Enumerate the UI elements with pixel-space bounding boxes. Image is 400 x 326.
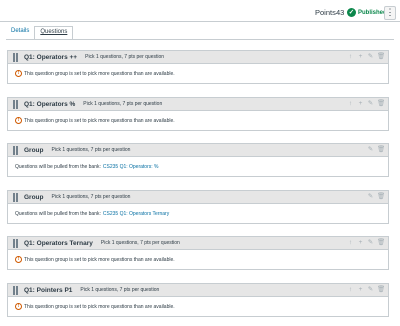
question-group: Group Pick 1 questions, 7 pts per questi…: [7, 143, 389, 177]
question-group: Q1: Pointers P1 Pick 1 questions, 7 pts …: [7, 283, 389, 317]
group-description: Pick 1 questions, 7 pts per question: [100, 240, 180, 246]
drag-handle-icon[interactable]: [12, 99, 20, 109]
group-body: ! This question group is set to pick mor…: [8, 250, 388, 269]
pencil-icon[interactable]: ✎: [367, 193, 374, 201]
group-header: Q1: Pointers P1 Pick 1 questions, 7 pts …: [8, 284, 388, 297]
warning-icon: !: [15, 117, 22, 124]
tab-details[interactable]: Details: [6, 26, 34, 40]
question-group: Q1: Operators ++ Pick 1 questions, 7 pts…: [7, 50, 389, 84]
group-title: Q1: Pointers P1: [24, 286, 73, 294]
warning-icon: !: [15, 256, 22, 263]
group-body: Questions will be pulled from the bank: …: [8, 204, 388, 223]
group-description: Pick 1 questions, 7 pts per question: [51, 147, 131, 153]
question-group: Q1: Operators Ternary Pick 1 questions, …: [7, 236, 389, 270]
points-value: 43: [336, 8, 345, 17]
group-message: This question group is set to pick more …: [24, 117, 175, 124]
trash-icon[interactable]: 🗑: [377, 53, 385, 61]
plus-icon[interactable]: +: [357, 53, 364, 61]
tab-list: Details Questions: [6, 26, 74, 40]
question-group: Q1: Operators % Pick 1 questions, 7 pts …: [7, 97, 389, 131]
published-status[interactable]: ✓ Published: [347, 7, 387, 18]
move-arrow-icon[interactable]: ↑: [347, 286, 354, 294]
group-body: ! This question group is set to pick mor…: [8, 64, 388, 83]
plus-icon[interactable]: +: [357, 239, 364, 247]
group-message: Questions will be pulled from the bank:: [15, 163, 101, 170]
group-title: Group: [24, 146, 44, 154]
drag-handle-icon[interactable]: [12, 285, 20, 295]
points-label: Points: [315, 8, 336, 17]
pencil-icon[interactable]: ✎: [367, 146, 374, 154]
published-label: Published: [358, 9, 387, 16]
check-circle-icon: ✓: [347, 8, 356, 17]
group-header: Q1: Operators Ternary Pick 1 questions, …: [8, 237, 388, 250]
group-header: Q1: Operators ++ Pick 1 questions, 7 pts…: [8, 51, 388, 64]
trash-icon[interactable]: 🗑: [377, 193, 385, 201]
pencil-icon[interactable]: ✎: [367, 239, 374, 247]
group-message: This question group is set to pick more …: [24, 70, 175, 77]
trash-icon[interactable]: 🗑: [377, 146, 385, 154]
move-arrow-icon[interactable]: ↑: [347, 239, 354, 247]
drag-handle-icon[interactable]: [12, 52, 20, 62]
pencil-icon[interactable]: ✎: [367, 286, 374, 294]
header-divider: [0, 21, 400, 22]
group-description: Pick 1 questions, 7 pts per question: [80, 287, 160, 293]
group-body: ! This question group is set to pick mor…: [8, 111, 388, 130]
warning-icon: !: [15, 303, 22, 310]
group-message: Questions will be pulled from the bank:: [15, 210, 101, 217]
question-group: Group Pick 1 questions, 7 pts per questi…: [7, 190, 389, 224]
group-body: Questions will be pulled from the bank: …: [8, 157, 388, 176]
trash-icon[interactable]: 🗑: [377, 239, 385, 247]
move-arrow-icon[interactable]: ↑: [347, 100, 354, 108]
tab-questions[interactable]: Questions: [34, 26, 74, 40]
pencil-icon[interactable]: ✎: [367, 100, 374, 108]
group-title: Q1: Operators %: [24, 100, 76, 108]
group-description: Pick 1 questions, 7 pts per question: [83, 101, 163, 107]
group-header: Group Pick 1 questions, 7 pts per questi…: [8, 191, 388, 204]
group-header: Q1: Operators % Pick 1 questions, 7 pts …: [8, 98, 388, 111]
question-bank-link[interactable]: CS235 Q1: Operators: %: [103, 164, 159, 170]
group-header: Group Pick 1 questions, 7 pts per questi…: [8, 144, 388, 157]
question-bank-link[interactable]: CS235 Q1: Operators Ternary: [103, 211, 169, 217]
move-arrow-icon[interactable]: ↑: [347, 53, 354, 61]
pencil-icon[interactable]: ✎: [367, 53, 374, 61]
group-message: This question group is set to pick more …: [24, 256, 175, 263]
group-message: This question group is set to pick more …: [24, 303, 175, 310]
group-title: Group: [24, 193, 44, 201]
plus-icon[interactable]: +: [357, 286, 364, 294]
group-description: Pick 1 questions, 7 pts per question: [85, 54, 165, 60]
warning-icon: !: [15, 70, 22, 77]
group-description: Pick 1 questions, 7 pts per question: [51, 194, 131, 200]
group-title: Q1: Operators ++: [24, 53, 78, 61]
group-body: ! This question group is set to pick mor…: [8, 297, 388, 316]
drag-handle-icon[interactable]: [12, 192, 20, 202]
trash-icon[interactable]: 🗑: [377, 286, 385, 294]
drag-handle-icon[interactable]: [12, 145, 20, 155]
plus-icon[interactable]: +: [357, 100, 364, 108]
tabs-divider: [6, 39, 394, 40]
group-title: Q1: Operators Ternary: [24, 239, 93, 247]
trash-icon[interactable]: 🗑: [377, 100, 385, 108]
more-options-button[interactable]: ⋮: [384, 6, 396, 20]
drag-handle-icon[interactable]: [12, 238, 20, 248]
